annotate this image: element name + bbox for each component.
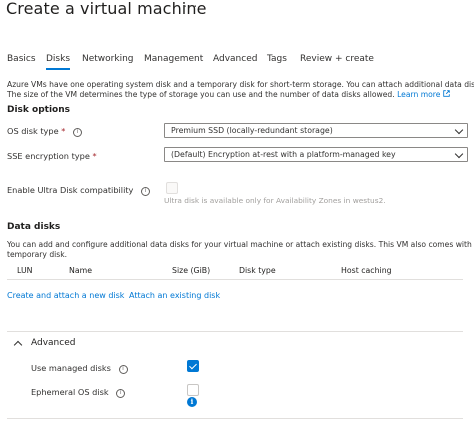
column-header-disk-type: Disk type (239, 266, 276, 275)
advanced-heading[interactable]: Advanced (31, 338, 75, 348)
tab-management[interactable]: Management (144, 54, 203, 64)
chevron-down-icon (454, 125, 464, 135)
intro-line-2-text: The size of the VM determines the type o… (7, 90, 395, 99)
tab-tags[interactable]: Tags (267, 54, 287, 64)
table-header-divider (7, 279, 463, 280)
column-header-host-caching: Host caching (341, 266, 392, 275)
advanced-top-divider (7, 331, 463, 332)
os-disk-type-select[interactable]: Premium SSD (locally-redundant storage) (164, 123, 468, 138)
external-link-icon (443, 90, 450, 97)
column-header-lun: LUN (17, 266, 33, 275)
column-header-size: Size (GiB) (172, 266, 211, 275)
tab-networking[interactable]: Networking (82, 54, 134, 64)
tab-review-create[interactable]: Review + create (300, 54, 374, 64)
advanced-bottom-divider (7, 418, 463, 419)
intro-line-2: The size of the VM determines the type o… (7, 90, 450, 99)
info-icon[interactable]: i (118, 365, 128, 374)
required-asterisk: * (92, 151, 97, 161)
ultra-disk-checkbox[interactable] (166, 182, 178, 194)
os-disk-type-label: OS disk type * i (7, 126, 82, 137)
managed-disks-label: Use managed disks i (31, 363, 128, 374)
ultra-disk-note: Ultra disk is available only for Availab… (164, 196, 386, 205)
info-icon[interactable]: i (72, 128, 82, 137)
tab-disks[interactable]: Disks (46, 54, 70, 64)
chevron-up-icon[interactable] (13, 340, 23, 350)
info-icon[interactable]: i (116, 389, 126, 398)
data-disks-heading: Data disks (7, 222, 61, 232)
page-title: Create a virtual machine (6, 0, 207, 18)
data-disks-desc-1: You can add and configure additional dat… (7, 240, 474, 249)
data-disks-desc-2: temporary disk. (7, 250, 68, 259)
tab-basics[interactable]: Basics (7, 54, 36, 64)
disk-options-heading: Disk options (7, 105, 70, 115)
ultra-disk-label: Enable Ultra Disk compatibility i (7, 185, 151, 196)
required-asterisk: * (61, 126, 66, 136)
column-header-name: Name (69, 266, 93, 275)
intro-line-1: Azure VMs have one operating system disk… (7, 80, 474, 89)
tab-advanced[interactable]: Advanced (213, 54, 257, 64)
create-attach-disk-link[interactable]: Create and attach a new disk (7, 291, 124, 300)
learn-more-link[interactable]: Learn more (397, 90, 450, 99)
ephemeral-os-disk-label: Ephemeral OS disk i (31, 387, 126, 398)
sse-encryption-select[interactable]: (Default) Encryption at-rest with a plat… (164, 147, 468, 162)
ephemeral-os-disk-checkbox[interactable] (187, 384, 199, 396)
info-filled-icon[interactable]: i (187, 397, 197, 407)
sse-encryption-label: SSE encryption type * (7, 151, 97, 161)
more-options-button[interactable]: ··· (183, 0, 198, 15)
active-tab-indicator (46, 68, 70, 70)
attach-existing-disk-link[interactable]: Attach an existing disk (129, 291, 220, 300)
info-icon[interactable]: i (141, 187, 151, 196)
chevron-down-icon (454, 149, 464, 159)
managed-disks-checkbox[interactable] (187, 360, 199, 372)
